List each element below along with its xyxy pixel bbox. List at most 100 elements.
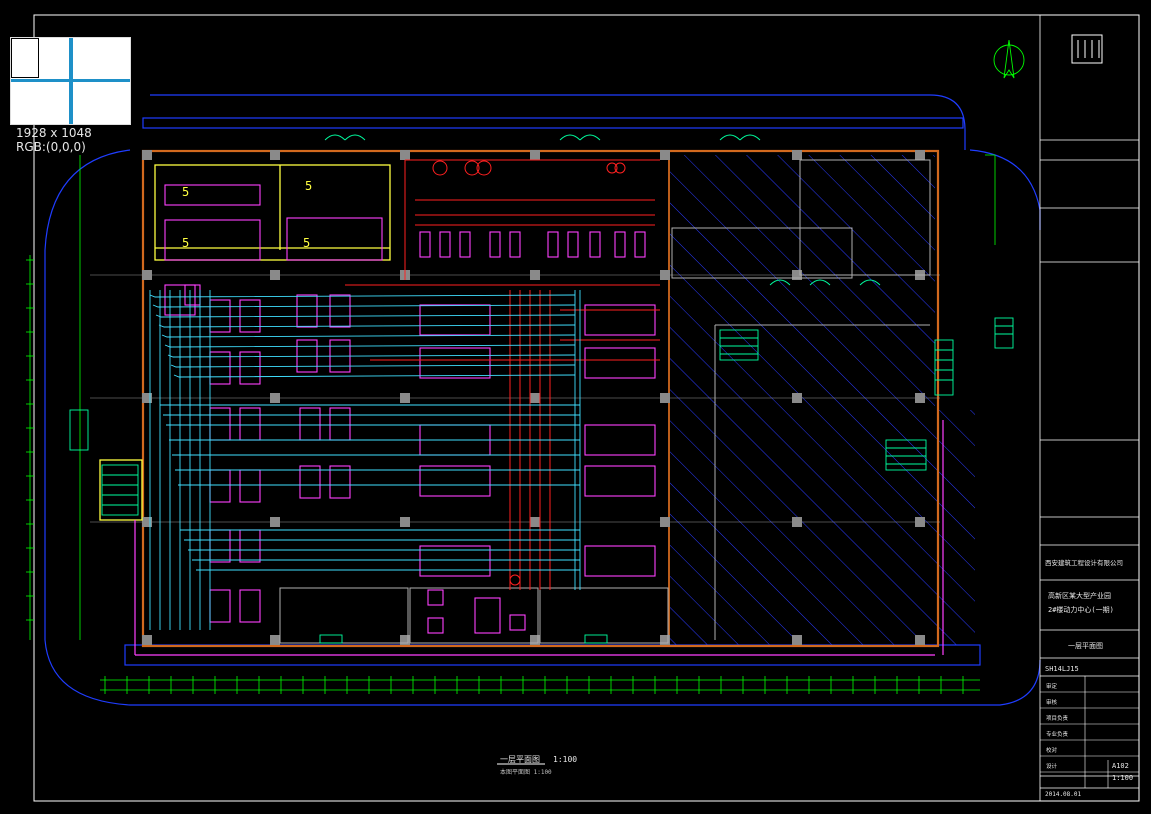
plan-scale: 1:100 xyxy=(553,755,577,764)
structural-column xyxy=(270,270,280,280)
tb-row-label-4: 校对 xyxy=(1046,746,1058,754)
equipment-block xyxy=(419,304,491,336)
equipment-block xyxy=(209,407,231,441)
pipe-run xyxy=(164,344,576,348)
title-block-text: 西安建筑工程设计有限公司 高新区某大型产业园 2#楼动力中心(一期) 一层平面图… xyxy=(1045,558,1133,798)
structural-column xyxy=(660,270,670,280)
structural-column xyxy=(530,393,540,403)
structural-column xyxy=(792,517,802,527)
pipe-run xyxy=(161,334,576,338)
equipment-block xyxy=(419,465,491,497)
structural-column xyxy=(530,517,540,527)
pipe-run xyxy=(155,314,576,318)
equipment-block xyxy=(509,614,526,631)
equipment-block xyxy=(584,424,656,456)
equipment-block xyxy=(584,545,656,577)
structural-column xyxy=(792,393,802,403)
equipment-block xyxy=(296,294,318,328)
structural-column xyxy=(142,270,152,280)
equipment-block xyxy=(589,231,601,258)
sheet-scale: 1:100 xyxy=(1112,774,1133,782)
equipment-block xyxy=(584,347,656,379)
structural-column xyxy=(792,635,802,645)
sheet-date: 2014.08.01 xyxy=(1045,791,1082,798)
pipe-run xyxy=(173,374,576,378)
structural-column xyxy=(270,150,280,160)
cad-drawing-canvas[interactable]: 5 5 5 5 一层平面图 1:100 本图平面图 1:100 西安建筑工程设计… xyxy=(0,0,1151,814)
image-size-readout: 1928 x 1048 xyxy=(16,126,92,140)
sheet-name: 一层平面图 xyxy=(1068,642,1103,650)
structural-column xyxy=(400,517,410,527)
equipment-block xyxy=(427,617,444,634)
equipment-block xyxy=(474,597,501,634)
pipe-run xyxy=(170,364,576,368)
structural-column xyxy=(660,517,670,527)
equipment-block xyxy=(164,219,261,261)
structural-column xyxy=(400,150,410,160)
equipment-block xyxy=(209,469,231,503)
equipment-block xyxy=(299,465,321,499)
pipe-run xyxy=(158,324,576,328)
equipment-block xyxy=(509,231,521,258)
sheet-number: A102 xyxy=(1112,762,1129,770)
structural-column xyxy=(142,150,152,160)
room-labels: 5 5 5 5 xyxy=(182,179,312,250)
structural-column xyxy=(142,393,152,403)
equipment-block xyxy=(419,231,431,258)
equipment-block xyxy=(419,545,491,577)
equipment-block xyxy=(567,231,579,258)
equipment-block xyxy=(614,231,626,258)
room-label-a: 5 xyxy=(182,185,189,199)
equipment-block xyxy=(239,407,261,441)
equipment-block xyxy=(419,347,491,379)
plan-subtitle: 本图平面图 1:100 xyxy=(500,768,552,776)
equipment-block xyxy=(239,299,261,333)
equipment-block xyxy=(459,231,471,258)
equipment-block xyxy=(329,407,351,441)
pipe-run xyxy=(167,354,576,358)
company-logo xyxy=(1071,34,1103,64)
structural-column xyxy=(915,150,925,160)
magnifier-box xyxy=(11,38,39,78)
equipment-block xyxy=(184,284,201,306)
magnifier-preview xyxy=(10,37,131,125)
cyan-piping xyxy=(149,290,581,630)
project-name-line1: 高新区某大型产业园 xyxy=(1048,591,1111,600)
equipment-block xyxy=(634,231,646,258)
room-label-c: 5 xyxy=(305,179,312,193)
plan-title-block: 一层平面图 1:100 本图平面图 1:100 xyxy=(497,755,577,776)
hatched-strip-right xyxy=(935,410,975,645)
equipment-block xyxy=(547,231,559,258)
structural-column xyxy=(530,270,540,280)
north-arrow xyxy=(993,39,1025,79)
structural-column xyxy=(660,150,670,160)
plan-title: 一层平面图 xyxy=(500,755,540,764)
structural-column xyxy=(400,393,410,403)
drawing-number: SH14LJ15 xyxy=(1045,665,1079,673)
equipment-block xyxy=(584,465,656,497)
structural-column xyxy=(530,150,540,160)
equipment-block xyxy=(329,294,351,328)
equipment-block xyxy=(239,529,261,563)
structural-column xyxy=(142,635,152,645)
tb-row-label-2: 项目负责 xyxy=(1046,714,1069,722)
structural-column xyxy=(915,635,925,645)
equipment-block xyxy=(439,231,451,258)
structural-column xyxy=(270,393,280,403)
structural-column xyxy=(915,517,925,527)
structural-column xyxy=(660,393,670,403)
structural-column xyxy=(915,393,925,403)
tb-row-label-3: 专业负责 xyxy=(1046,730,1069,738)
equipment-block xyxy=(209,589,231,623)
equipment-block xyxy=(239,469,261,503)
room-label-d: 5 xyxy=(303,236,310,250)
equipment-block xyxy=(329,465,351,499)
equipment-block xyxy=(239,589,261,623)
magnifier-info: 1928 x 1048 RGB:(0,0,0) xyxy=(16,126,92,154)
room-label-b: 5 xyxy=(182,236,189,250)
crosshair-vertical xyxy=(69,38,73,124)
tb-row-label-0: 审定 xyxy=(1046,682,1058,690)
structural-column xyxy=(270,517,280,527)
project-name-line2: 2#楼动力中心(一期) xyxy=(1048,605,1114,614)
pipe-run xyxy=(152,304,576,308)
